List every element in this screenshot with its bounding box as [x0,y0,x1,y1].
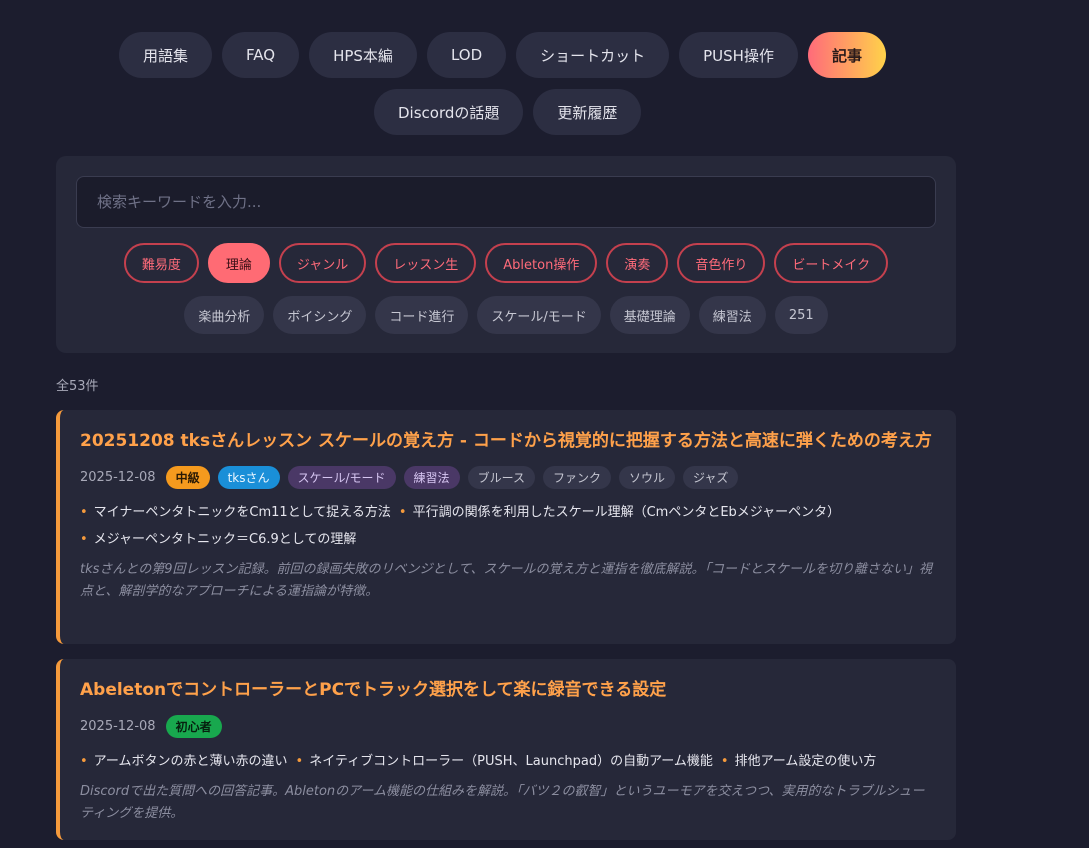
bullet-dot-icon: • [398,505,407,520]
category-chip-sound-design[interactable]: 音色作り [677,243,766,283]
genre-tag[interactable]: ファンク [542,465,611,489]
key-point-text: ネイティブコントローラー（PUSH、Launchpad）の自動アーム機能 [309,754,713,769]
article-card[interactable]: 20251208 tksさんレッスン スケールの覚え方 - コードから視覚的に把… [56,410,956,644]
subcategory-chip[interactable]: スケール/モード [477,296,601,334]
nav-hps-main-button[interactable]: HPS本編 [309,32,417,78]
category-filter-row: 難易度 理論 ジャンル レッスン生 Ableton操作 演奏 音色作り ビートメ… [56,243,956,283]
subcategory-filter-row: 楽曲分析 ボイシング コード進行 スケール/モード 基礎理論 練習法 251 [56,296,956,334]
key-point: • メジャーペンタトニック＝C6.9としての理解 [80,526,934,553]
category-chip-theory[interactable]: 理論 [207,243,270,283]
bullet-dot-icon: • [80,505,88,520]
filter-panel: 難易度 理論 ジャンル レッスン生 Ableton操作 演奏 音色作り ビートメ… [56,156,956,353]
bullet-dot-icon: • [720,754,729,769]
topic-tag[interactable]: スケール/モード [287,465,396,489]
main-nav-row-1: 用語集 FAQ HPS本編 LOD ショートカット PUSH操作 記事 [119,32,886,78]
article-meta: 2025-12-08 中級 tksさん スケール/モード 練習法 ブルース ファ… [80,465,934,489]
article-title[interactable]: 20251208 tksさんレッスン スケールの覚え方 - コードから視覚的に把… [80,428,934,455]
nav-faq-button[interactable]: FAQ [222,32,300,78]
article-date: 2025-12-08 [80,469,156,485]
nav-articles-button[interactable]: 記事 [807,32,886,78]
topic-tag[interactable]: 練習法 [403,465,460,489]
result-count: 全53件 [56,379,99,394]
key-point: • ネイティブコントローラー（PUSH、Launchpad）の自動アーム機能 [296,748,713,775]
article-summary: Discordで出た質問への回答記事。Abletonのアーム機能の仕組みを解説。… [80,784,925,821]
bullet-dot-icon: • [80,754,88,769]
nav-push-button[interactable]: PUSH操作 [679,32,798,78]
subcategory-chip[interactable]: 練習法 [698,296,766,334]
subcategory-chip[interactable]: コード進行 [375,296,469,334]
genre-tag[interactable]: ジャズ [683,465,739,489]
article-date: 2025-12-08 [80,718,156,734]
nav-glossary-button[interactable]: 用語集 [119,32,213,78]
bullet-dot-icon: • [295,754,304,769]
key-point-text: メジャーペンタトニック＝C6.9としての理解 [93,532,357,547]
bullet-dot-icon: • [80,532,88,547]
category-chip-genre[interactable]: ジャンル [278,243,367,283]
subcategory-chip[interactable]: 楽曲分析 [184,296,265,334]
nav-shortcut-button[interactable]: ショートカット [516,32,670,78]
nav-discord-button[interactable]: Discordの話題 [374,89,524,135]
category-chip-students[interactable]: レッスン生 [375,243,477,283]
article-key-points: • マイナーペンタトニックをCm11として捉える方法 • 平行調の関係を利用した… [80,499,934,553]
subcategory-chip[interactable]: 251 [774,296,828,334]
subcategory-chip[interactable]: 基礎理論 [609,296,690,334]
level-badge: 中級 [165,465,210,489]
key-point-text: 平行調の関係を利用したスケール理解（CmペンタとEbメジャーペンタ） [412,505,841,520]
article-meta: 2025-12-08 初心者 [80,714,934,738]
category-chip-beatmaking[interactable]: ビートメイク [774,243,889,283]
genre-tag[interactable]: ソウル [618,465,675,489]
key-point: • 平行調の関係を利用したスケール理解（CmペンタとEbメジャーペンタ） [399,499,840,526]
search-input[interactable] [76,176,936,228]
key-point: • アームボタンの赤と薄い赤の違い [80,748,288,775]
article-summary: tksさんとの第9回レッスン記録。前回の録画失敗のリベンジとして、スケールの覚え… [80,562,933,599]
article-key-points: • アームボタンの赤と薄い赤の違い • ネイティブコントローラー（PUSH、La… [80,748,934,775]
category-chip-difficulty[interactable]: 難易度 [123,243,199,283]
key-point: • マイナーペンタトニックをCm11として捉える方法 [80,499,391,526]
article-title[interactable]: AbeletonでコントローラーとPCでトラック選択をして楽に録音できる設定 [80,677,934,704]
person-tag[interactable]: tksさん [217,465,280,489]
key-point-text: マイナーペンタトニックをCm11として捉える方法 [93,505,391,520]
key-point-text: アームボタンの赤と薄い赤の違い [93,754,288,769]
key-point: • 排他アーム設定の使い方 [721,748,877,775]
subcategory-chip[interactable]: ボイシング [273,296,367,334]
key-point-text: 排他アーム設定の使い方 [734,754,877,769]
category-chip-ableton[interactable]: Ableton操作 [485,243,598,283]
level-badge: 初心者 [165,714,222,738]
genre-tag[interactable]: ブルース [467,465,535,489]
category-chip-performance[interactable]: 演奏 [606,243,669,283]
nav-changelog-button[interactable]: 更新履歴 [533,89,642,135]
main-nav-row-2: Discordの話題 更新履歴 [374,89,642,135]
article-card[interactable]: AbeletonでコントローラーとPCでトラック選択をして楽に録音できる設定 2… [56,659,956,840]
nav-lod-button[interactable]: LOD [426,32,507,78]
